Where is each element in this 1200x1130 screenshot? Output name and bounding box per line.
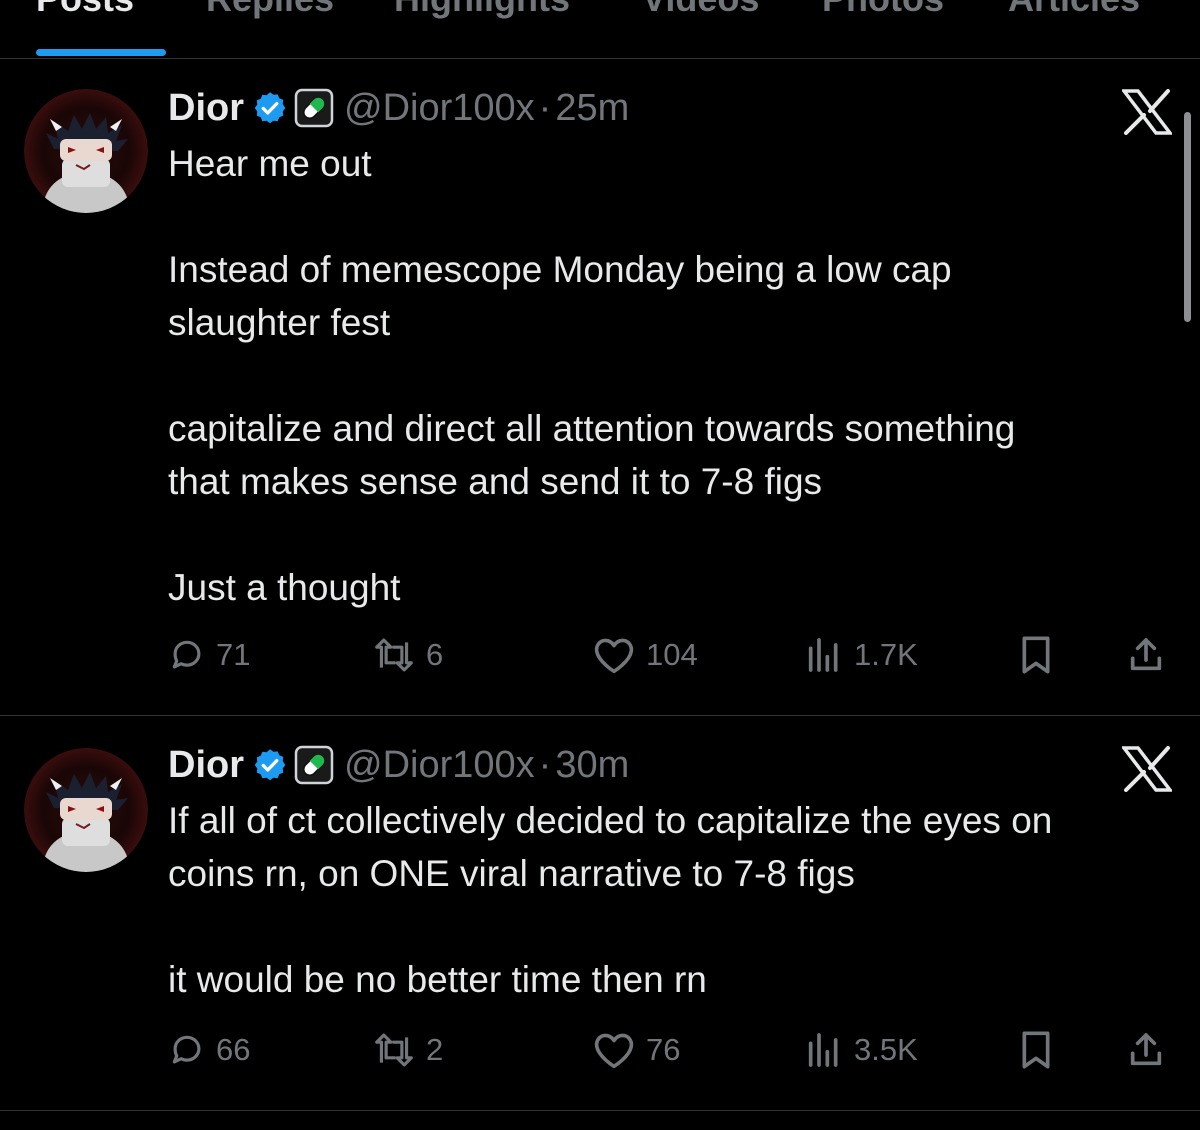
share-button[interactable] xyxy=(1126,633,1166,677)
share-button[interactable] xyxy=(1126,1028,1166,1072)
reply-button[interactable]: 66 xyxy=(168,1028,250,1072)
timestamp[interactable]: 30m xyxy=(555,744,629,787)
tweet-actions: 71 6 104 1.7K xyxy=(168,633,1178,677)
repost-button[interactable]: 2 xyxy=(372,1028,443,1072)
profile-tabs: Posts Replies Highlights Videos Photos A… xyxy=(0,0,1200,59)
reply-count: 71 xyxy=(216,637,251,672)
separator-dot: · xyxy=(538,86,552,129)
views-icon xyxy=(808,1033,838,1067)
tweet-line: that makes sense and send it to 7-8 figs xyxy=(168,461,823,502)
author-handle[interactable]: @Dior100x xyxy=(344,744,535,787)
bookmark-button[interactable] xyxy=(1018,633,1054,677)
heart-icon xyxy=(594,1033,634,1069)
like-button[interactable]: 104 xyxy=(592,633,698,677)
tab-videos[interactable]: Videos xyxy=(642,0,759,20)
views-count: 3.5K xyxy=(854,1032,918,1067)
tweet-card[interactable]: Dior @Dior100x · 30m If all of ct collec… xyxy=(0,716,1200,1111)
tweet-line: slaughter fest xyxy=(168,302,391,343)
views-icon xyxy=(808,638,838,672)
verified-badge-icon xyxy=(252,747,288,783)
repost-count: 2 xyxy=(426,1032,444,1067)
tweet-header: Dior @Dior100x · 30m xyxy=(168,740,629,790)
pill-icon xyxy=(294,745,334,785)
share-icon xyxy=(1130,638,1162,671)
author-handle[interactable]: @Dior100x xyxy=(344,87,535,130)
tab-highlights[interactable]: Highlights xyxy=(394,0,570,20)
author-name[interactable]: Dior xyxy=(168,87,244,130)
tab-articles[interactable]: Articles xyxy=(1008,0,1140,20)
tweet-line: it would be no better time then rn xyxy=(168,959,707,1000)
tab-posts[interactable]: Posts xyxy=(36,0,134,20)
repost-count: 6 xyxy=(426,637,444,672)
tweet-text: If all of ct collectively decided to cap… xyxy=(168,794,1168,1006)
avatar[interactable] xyxy=(24,748,148,872)
heart-icon xyxy=(594,638,634,674)
reply-icon xyxy=(172,1035,201,1064)
x-logo-icon xyxy=(1120,746,1174,792)
reply-count: 66 xyxy=(216,1032,251,1067)
tab-photos[interactable]: Photos xyxy=(822,0,944,20)
repost-icon xyxy=(375,1033,413,1067)
tweet-line: If all of ct collectively decided to cap… xyxy=(168,800,1053,841)
like-button[interactable]: 76 xyxy=(592,1028,680,1072)
pill-icon xyxy=(294,88,334,128)
scrollbar[interactable] xyxy=(1184,112,1191,322)
author-name[interactable]: Dior xyxy=(168,744,244,787)
share-icon xyxy=(1130,1033,1162,1066)
tab-replies[interactable]: Replies xyxy=(206,0,334,20)
x-logo-icon xyxy=(1120,89,1174,135)
timestamp[interactable]: 25m xyxy=(555,87,629,130)
tweet-text: Hear me out Instead of memescope Monday … xyxy=(168,137,1168,614)
like-count: 104 xyxy=(646,637,698,672)
reply-icon xyxy=(172,640,201,669)
like-count: 76 xyxy=(646,1032,681,1067)
active-tab-indicator xyxy=(36,49,166,56)
bookmark-icon xyxy=(1022,1031,1050,1069)
bookmark-icon xyxy=(1022,636,1050,674)
separator-dot: · xyxy=(538,743,552,786)
bookmark-button[interactable] xyxy=(1018,1028,1054,1072)
views-button[interactable]: 3.5K xyxy=(804,1028,918,1072)
reply-button[interactable]: 71 xyxy=(168,633,250,677)
tweet-line: Just a thought xyxy=(168,567,401,608)
tweet-line: coins rn, on ONE viral narrative to 7-8 … xyxy=(168,853,855,894)
tweet-actions: 66 2 76 3.5K xyxy=(168,1028,1178,1072)
tweet-card[interactable]: Dior @Dior100x · 25m Hear me out Instead… xyxy=(0,59,1200,716)
views-button[interactable]: 1.7K xyxy=(804,633,918,677)
tweet-header: Dior @Dior100x · 25m xyxy=(168,83,629,133)
tweet-line: Instead of memescope Monday being a low … xyxy=(168,249,952,290)
repost-icon xyxy=(375,638,413,672)
verified-badge-icon xyxy=(252,90,288,126)
views-count: 1.7K xyxy=(854,637,918,672)
tweet-line: Hear me out xyxy=(168,143,372,184)
tweet-line: capitalize and direct all attention towa… xyxy=(168,408,1016,449)
repost-button[interactable]: 6 xyxy=(372,633,443,677)
avatar[interactable] xyxy=(24,89,148,213)
